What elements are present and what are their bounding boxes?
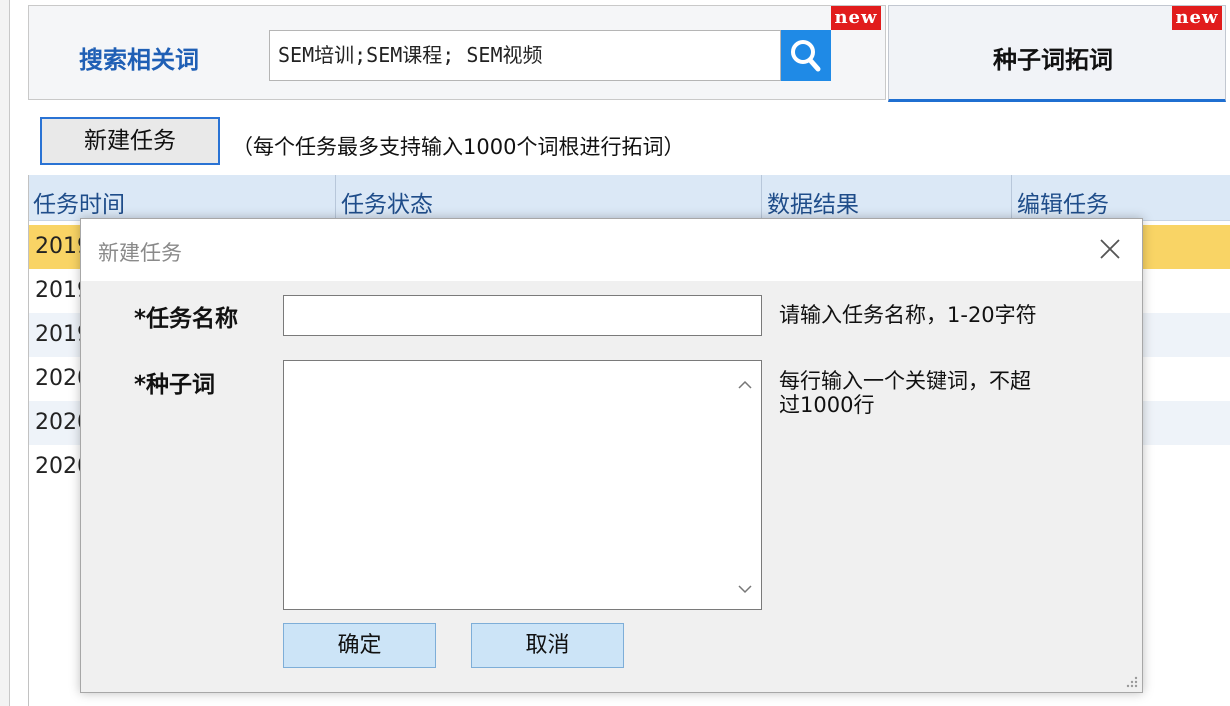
task-name-input[interactable] (283, 295, 762, 336)
dialog-title: 新建任务 (98, 241, 182, 265)
resize-grip-icon[interactable] (1126, 676, 1138, 688)
seed-words-hint-line: 每行输入一个关键词，不超 (779, 369, 1031, 393)
seed-words-hint-line: 过1000行 (779, 393, 875, 417)
scrollbar[interactable] (730, 362, 760, 608)
chevron-up-icon[interactable] (736, 378, 754, 392)
search-icon (791, 40, 821, 72)
close-button[interactable] (1096, 235, 1124, 263)
seed-words-hint: 每行输入一个关键词，不超 过1000行 (779, 369, 1031, 417)
search-button[interactable] (781, 30, 831, 81)
new-badge: new (831, 6, 881, 30)
seed-words-textarea[interactable] (283, 360, 762, 610)
task-name-label: *任务名称 (134, 306, 239, 332)
column-divider[interactable] (761, 175, 762, 220)
new-badge: new (1172, 6, 1222, 30)
column-header-data-result[interactable]: 数据结果 (767, 185, 859, 219)
new-task-button[interactable]: 新建任务 (40, 117, 220, 165)
left-edge-panel (0, 0, 10, 706)
column-divider[interactable] (335, 175, 336, 220)
search-panel: 搜索相关词 SEM培训;SEM课程; SEM视频 new (28, 5, 886, 100)
chevron-down-icon[interactable] (736, 582, 754, 596)
seed-words-label: *种子词 (134, 372, 216, 398)
new-task-hint: （每个任务最多支持输入1000个词根进行拓词） (232, 135, 685, 159)
task-name-hint: 请输入任务名称，1-20字符 (779, 303, 1037, 327)
dialog-titlebar[interactable]: 新建任务 (81, 219, 1142, 281)
seed-tab-label: 种子词拓词 (993, 46, 1113, 74)
column-header-task-status[interactable]: 任务状态 (341, 185, 433, 219)
search-input[interactable]: SEM培训;SEM课程; SEM视频 (269, 30, 781, 81)
search-related-words-label[interactable]: 搜索相关词 (79, 40, 199, 75)
column-divider[interactable] (1011, 175, 1012, 220)
cancel-button[interactable]: 取消 (471, 623, 624, 668)
column-header-task-time[interactable]: 任务时间 (33, 185, 125, 219)
close-icon (1100, 239, 1120, 259)
confirm-button[interactable]: 确定 (283, 623, 436, 668)
tab-seed-word-expansion[interactable]: 种子词拓词 new (888, 5, 1226, 102)
new-task-dialog: 新建任务 *任务名称 请输入任务名称，1-20字符 *种子词 每行输入一个关键词… (80, 218, 1143, 693)
column-header-edit-task[interactable]: 编辑任务 (1017, 185, 1109, 219)
table-header: 任务时间 任务状态 数据结果 编辑任务 (29, 175, 1230, 221)
